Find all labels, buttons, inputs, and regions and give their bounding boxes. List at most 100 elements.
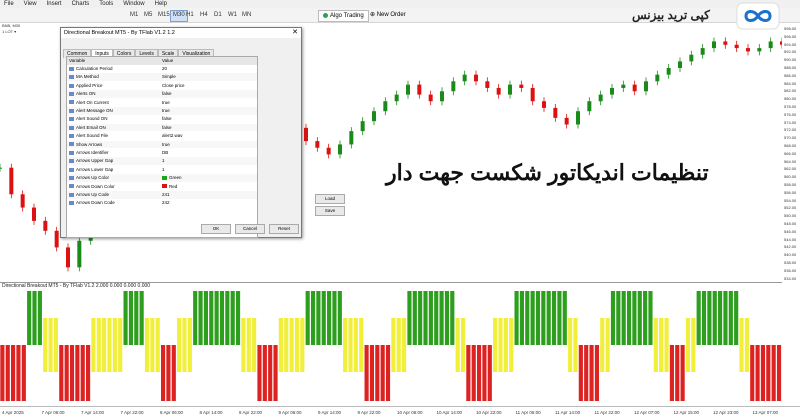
- parameter-name: Arrows Identifier: [76, 150, 109, 155]
- menu-item-charts[interactable]: Charts: [72, 1, 90, 7]
- parameter-value[interactable]: alert2.wav: [162, 132, 183, 140]
- histogram-bar: [487, 345, 492, 401]
- histogram-bar: [535, 291, 541, 345]
- histogram-bar: [696, 291, 701, 345]
- histogram-bar: [439, 291, 444, 345]
- timeframe-w1[interactable]: W1: [226, 10, 239, 20]
- histogram-bar: [203, 291, 208, 345]
- candle-body: [666, 68, 671, 75]
- table-row[interactable]: Arrows Down Color Red: [67, 183, 257, 191]
- histogram-bar: [568, 318, 573, 372]
- parameter-value[interactable]: Simple: [162, 73, 176, 81]
- table-row[interactable]: Alert Message ON true: [67, 107, 257, 115]
- inputs-table: Variable Value Calculation Period 20 MA Me…: [66, 56, 258, 238]
- histogram-bar: [610, 291, 616, 345]
- table-row[interactable]: Arrows Lower Gap 1: [67, 166, 257, 174]
- table-row[interactable]: Arrows Down Code 242: [67, 199, 257, 207]
- menu-item-insert[interactable]: Insert: [47, 1, 62, 7]
- time-tick: 12 Apr 07:00: [634, 410, 660, 415]
- parameter-value[interactable]: 241: [162, 191, 170, 199]
- menu-item-view[interactable]: View: [24, 1, 37, 7]
- parameter-value[interactable]: true: [162, 107, 170, 115]
- time-axis: 4 Apr 2025 7 Apr 06:00 7 Apr 14:00 7 Apr 22…: [0, 406, 800, 418]
- table-row[interactable]: Alerts ON false: [67, 90, 257, 98]
- parameter-icon: [69, 201, 74, 206]
- histogram-bar: [562, 291, 567, 345]
- parameter-value[interactable]: 1: [162, 166, 165, 174]
- candle-body: [644, 81, 648, 92]
- load-button[interactable]: Load: [315, 194, 345, 204]
- price-tick: 580.00: [784, 96, 797, 102]
- table-row[interactable]: Arrows Up Code 241: [67, 191, 257, 199]
- parameter-value[interactable]: 242: [162, 199, 170, 207]
- histogram-bar: [193, 291, 198, 345]
- histogram-bar: [573, 318, 578, 372]
- histogram-bar: [219, 291, 225, 345]
- parameter-value[interactable]: false: [162, 115, 172, 123]
- price-tick: 598.00: [784, 26, 797, 31]
- lot-selector[interactable]: 1 LOT ▾: [2, 29, 16, 34]
- reset-button[interactable]: Reset: [269, 224, 299, 234]
- time-tick: 7 Apr 22:00: [120, 410, 144, 415]
- price-tick: 564.00: [784, 158, 797, 164]
- price-tick: 538.00: [784, 260, 797, 265]
- histogram-bar: [594, 345, 599, 401]
- table-row[interactable]: Arrows Upper Gap 1: [67, 157, 257, 165]
- candle-body: [519, 84, 524, 88]
- price-tick: 568.00: [784, 143, 797, 148]
- histogram-bar: [262, 345, 267, 401]
- parameter-value[interactable]: Green: [162, 174, 182, 182]
- histogram-bar: [5, 345, 10, 401]
- algo-trading-button[interactable]: Algo Trading: [318, 10, 369, 22]
- close-icon[interactable]: ✕: [292, 28, 298, 38]
- parameter-icon: [69, 108, 74, 113]
- candle-body: [542, 101, 546, 108]
- histogram-bar: [509, 318, 514, 372]
- table-row[interactable]: Arrows Up Color Green: [67, 174, 257, 182]
- candle-body: [360, 121, 365, 132]
- candle-body: [349, 131, 354, 145]
- cancel-button[interactable]: Cancel: [235, 224, 265, 234]
- table-row[interactable]: Calculation Period 20: [67, 65, 257, 73]
- table-row[interactable]: Alert Sound ON false: [67, 115, 257, 123]
- parameter-value[interactable]: Close price: [162, 82, 185, 90]
- menu-item-file[interactable]: File: [4, 1, 14, 7]
- parameter-value[interactable]: Red: [162, 183, 177, 191]
- parameter-value[interactable]: true: [162, 141, 170, 149]
- save-button[interactable]: Save: [315, 206, 345, 216]
- timeframe-d1[interactable]: D1: [212, 10, 224, 20]
- indicator-subwindow[interactable]: [0, 282, 782, 407]
- timeframe-h4[interactable]: H4: [198, 10, 210, 20]
- table-row[interactable]: Alert Email ON false: [67, 123, 257, 132]
- table-row[interactable]: Applied Price Close price: [67, 82, 257, 90]
- histogram-bar: [0, 345, 5, 401]
- table-row[interactable]: Show Arrows true: [67, 140, 257, 149]
- candle-body: [610, 87, 614, 95]
- histogram-bar: [321, 291, 326, 345]
- table-row[interactable]: Alert Sound File alert2.wav: [67, 132, 257, 140]
- price-tick: 548.00: [784, 221, 797, 226]
- timeframe-m5[interactable]: M5: [142, 10, 154, 20]
- table-row[interactable]: Alert On Current true: [67, 99, 257, 107]
- timeframe-m1[interactable]: M1: [128, 10, 140, 20]
- candle-body: [576, 111, 580, 125]
- menu-item-window[interactable]: Window: [123, 1, 144, 7]
- parameter-value[interactable]: false: [162, 124, 172, 132]
- timeframe-mn[interactable]: MN: [240, 10, 253, 20]
- menu-item-tools[interactable]: Tools: [99, 1, 113, 7]
- new-order-button[interactable]: ⊕ New Order: [367, 10, 409, 20]
- parameter-value[interactable]: 20: [162, 65, 167, 73]
- table-row[interactable]: MA Method Simple: [67, 73, 257, 81]
- histogram-bar: [112, 318, 117, 372]
- histogram-bar: [177, 318, 182, 372]
- parameter-value[interactable]: 1: [162, 157, 165, 165]
- time-tick: 7 Apr 14:00: [81, 410, 105, 415]
- timeframe-h1[interactable]: H1: [184, 10, 196, 20]
- parameter-value[interactable]: true: [162, 99, 170, 107]
- table-row[interactable]: Arrows Identifier DB: [67, 149, 257, 157]
- parameter-value[interactable]: DB: [162, 149, 168, 157]
- ok-button[interactable]: OK: [201, 224, 231, 234]
- menu-item-help[interactable]: Help: [155, 1, 167, 7]
- parameter-value[interactable]: false: [162, 90, 172, 98]
- parameter-name: Arrows Down Code: [76, 200, 115, 206]
